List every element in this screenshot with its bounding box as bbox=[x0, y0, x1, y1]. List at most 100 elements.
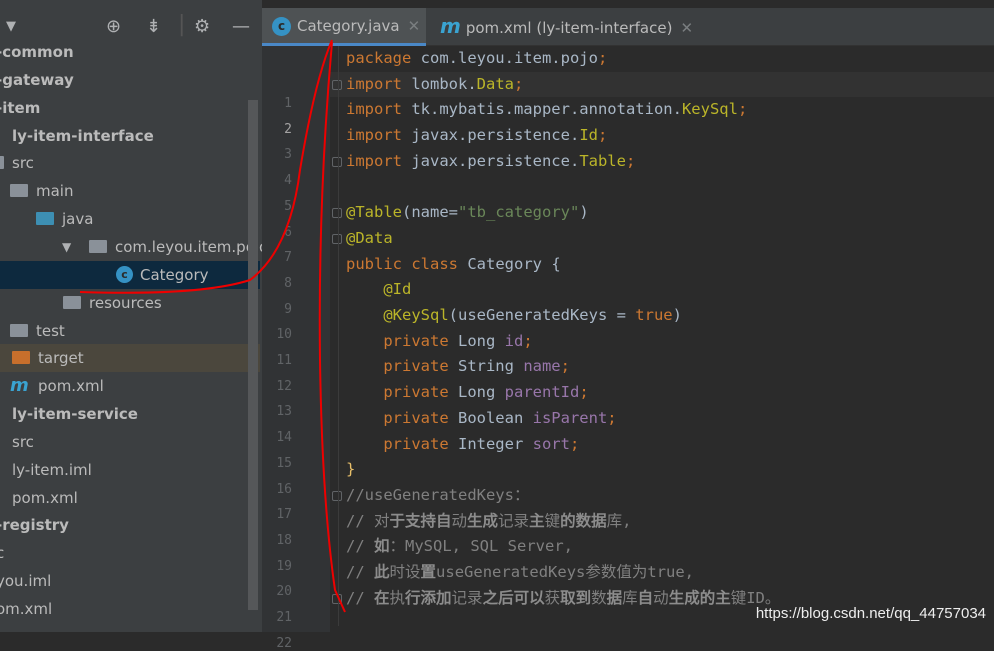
tree-item-label: Category bbox=[140, 265, 209, 284]
watermark: https://blog.csdn.net/qq_44757034 bbox=[755, 605, 986, 622]
code-token: sort bbox=[532, 434, 570, 453]
code-token: ) bbox=[579, 203, 589, 222]
tree-item-label: main bbox=[36, 182, 74, 201]
close-tab-icon[interactable]: ✕ bbox=[680, 19, 693, 37]
code-line[interactable]: import javax.persistence.Id; bbox=[346, 123, 607, 148]
tree-item[interactable]: c bbox=[0, 539, 260, 567]
code-token: private bbox=[346, 434, 458, 453]
tree-item[interactable]: -common bbox=[0, 38, 260, 66]
collapse-arrow-icon[interactable]: ▼ bbox=[62, 233, 71, 261]
collapse-icon[interactable]: ⇟ bbox=[146, 16, 161, 37]
code-line[interactable]: import javax.persistence.Table; bbox=[346, 149, 635, 174]
tree-item[interactable]: ly-item.iml bbox=[0, 456, 260, 484]
code-editor[interactable]: c Category.java ✕ m pom.xml (ly-item-interf… bbox=[262, 0, 994, 651]
code-line[interactable]: // 在执行添加记录之后可以获取到数据库自动生成的主键ID。 bbox=[346, 586, 780, 611]
code-token: ; bbox=[560, 357, 570, 376]
fold-marker-icon[interactable] bbox=[332, 156, 342, 167]
line-number: 5 bbox=[284, 198, 292, 214]
code-line[interactable]: package com.leyou.item.pojo; bbox=[346, 46, 607, 71]
line-number: 14 bbox=[276, 430, 292, 446]
tab-pom-xml[interactable]: m pom.xml (ly-item-interface) ✕ bbox=[430, 8, 700, 46]
code-token: (useGeneratedKeys = bbox=[448, 306, 636, 324]
tree-item[interactable]: c Category bbox=[0, 260, 260, 289]
fold-marker-icon[interactable] bbox=[332, 233, 342, 244]
code-line[interactable]: private String name; bbox=[346, 354, 570, 379]
tree-item-label: -item bbox=[0, 98, 41, 117]
code-line[interactable]: // 如：MySQL, SQL Server, bbox=[346, 534, 573, 559]
minimize-icon[interactable]: — bbox=[232, 16, 250, 37]
tree-item[interactable]: target bbox=[0, 344, 260, 373]
tree-item[interactable]: src bbox=[0, 428, 260, 456]
code-line[interactable]: @Id bbox=[346, 277, 411, 302]
tree-item-label: om.xml bbox=[0, 600, 53, 618]
tree-item[interactable]: src bbox=[0, 149, 260, 177]
tree-item-label: -registry bbox=[0, 516, 69, 535]
dropdown-arrow-icon[interactable]: ▼ bbox=[6, 19, 16, 34]
code-token: @KeySql bbox=[346, 306, 449, 324]
line-number: 7 bbox=[284, 250, 292, 266]
tree-item-label: src bbox=[12, 154, 34, 173]
tree-item[interactable]: pom.xml bbox=[0, 484, 260, 512]
code-line[interactable]: private Long parentId; bbox=[346, 380, 589, 405]
code-line[interactable]: import lombok.Data; bbox=[346, 72, 523, 97]
code-line[interactable]: @KeySql(useGeneratedKeys = true) bbox=[346, 303, 682, 328]
code-token: 自 bbox=[637, 588, 654, 607]
tab-label: pom.xml (ly-item-interface) bbox=[465, 19, 673, 37]
code-token: Long bbox=[457, 331, 505, 350]
tree-item[interactable]: ▼main bbox=[0, 177, 260, 205]
code-line[interactable]: } bbox=[346, 457, 355, 482]
fold-marker-icon[interactable] bbox=[332, 79, 342, 90]
tree-item[interactable]: m pom.xml bbox=[0, 372, 260, 400]
sidebar-scrollbar[interactable] bbox=[248, 100, 258, 610]
code-token: 之后可以 bbox=[482, 588, 545, 607]
tree-item[interactable]: ly-item-service bbox=[0, 400, 260, 428]
fold-marker-icon[interactable] bbox=[332, 208, 342, 219]
tree-item[interactable]: om.xml bbox=[0, 595, 260, 623]
tree-item[interactable]: you.iml bbox=[0, 567, 260, 595]
code-token: com.leyou.item.pojo bbox=[420, 49, 598, 67]
code-line[interactable]: import tk.mybatis.mapper.annotation.KeyS… bbox=[346, 97, 747, 122]
tree-item[interactable]: -gateway bbox=[0, 66, 260, 94]
code-line[interactable]: // 对于支持自动生成记录主键的数据库, bbox=[346, 509, 631, 534]
tab-category-java[interactable]: c Category.java ✕ bbox=[262, 8, 426, 46]
code-line[interactable]: private Integer sort; bbox=[346, 432, 579, 457]
fold-marker-icon[interactable] bbox=[332, 593, 342, 604]
code-token: 动 bbox=[451, 511, 468, 530]
tree-item[interactable]: ▶test bbox=[0, 317, 260, 345]
code-token: public class bbox=[346, 254, 468, 273]
code-line[interactable]: private Boolean isParent; bbox=[346, 406, 617, 431]
line-number: 22 bbox=[276, 635, 292, 651]
code-token: 库 bbox=[622, 588, 638, 607]
code-token: 于支持自 bbox=[389, 511, 452, 530]
close-tab-icon[interactable]: ✕ bbox=[408, 17, 421, 35]
line-number: 16 bbox=[276, 481, 292, 497]
code-token: ; bbox=[513, 74, 524, 93]
code-token: 取到 bbox=[560, 588, 592, 607]
tree-item-label: you.iml bbox=[0, 572, 52, 591]
line-number: 1 bbox=[284, 96, 292, 111]
code-line[interactable]: // 此时设置useGeneratedKeys参数值为true, bbox=[346, 560, 694, 585]
code-token: Table bbox=[579, 151, 626, 170]
locate-icon[interactable]: ⊕ bbox=[106, 16, 121, 37]
tree-item[interactable]: ▼ com.leyou.item.pojo bbox=[0, 233, 262, 261]
code-line[interactable]: private Long id; bbox=[346, 329, 532, 354]
code-token: } bbox=[346, 460, 356, 479]
code-token: ; bbox=[607, 408, 617, 427]
code-token: ; bbox=[597, 49, 608, 67]
resources-folder-icon bbox=[63, 295, 81, 309]
tree-item[interactable]: ly-item-interface bbox=[0, 122, 260, 150]
code-token: ; bbox=[579, 383, 589, 402]
code-token: javax.persistence. bbox=[411, 126, 580, 145]
fold-marker-icon[interactable] bbox=[332, 490, 342, 501]
code-token: javax.persistence. bbox=[411, 151, 580, 170]
code-line[interactable]: @Table(name="tb_category") bbox=[346, 200, 589, 225]
tree-item[interactable]: resources bbox=[0, 289, 260, 317]
code-line[interactable]: @Data bbox=[346, 226, 393, 251]
tree-item[interactable]: -registry bbox=[0, 511, 260, 539]
code-line[interactable]: //useGeneratedKeys： bbox=[346, 483, 529, 508]
gear-icon[interactable]: ⚙ bbox=[194, 16, 210, 37]
code-line[interactable]: public class Category { bbox=[346, 252, 561, 277]
tree-item[interactable]: -item bbox=[0, 94, 260, 122]
tree-item[interactable]: ▼java bbox=[0, 205, 260, 233]
tree-item-label: resources bbox=[89, 293, 162, 312]
